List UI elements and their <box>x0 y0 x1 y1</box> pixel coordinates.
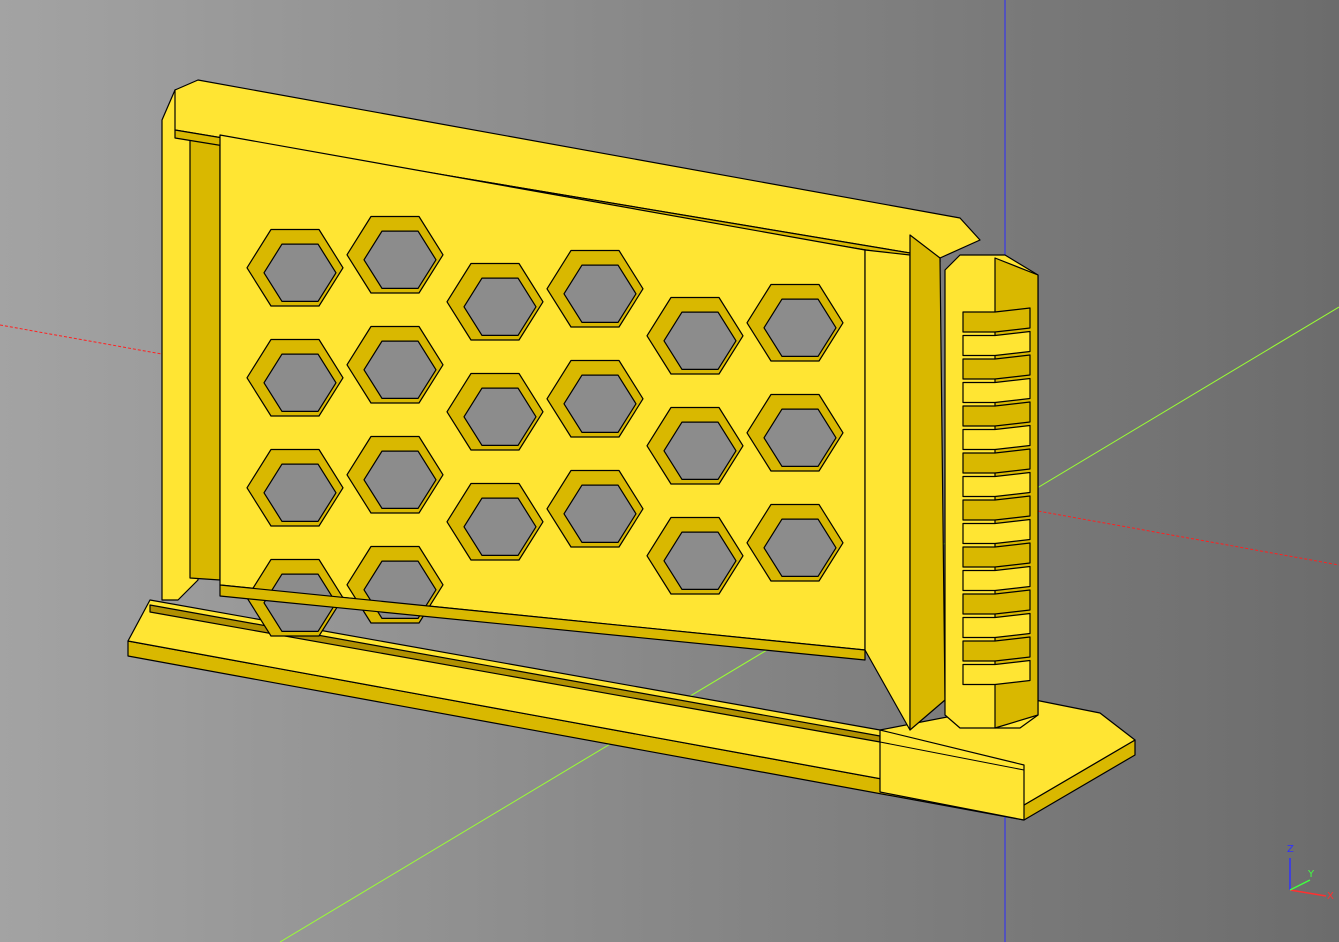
connector-ridge <box>962 589 1031 615</box>
connector-ridge <box>962 518 1031 545</box>
connector-ridge <box>962 401 1031 427</box>
connector-ridge <box>962 377 1031 404</box>
triad-y-axis <box>1289 879 1311 891</box>
connector-ridge <box>962 354 1031 380</box>
triad-z-label: Z <box>1287 844 1294 855</box>
frame-right-post <box>864 249 911 731</box>
triad-x-label: X <box>1327 891 1334 900</box>
connector-ridge <box>962 495 1031 521</box>
connector-ridge <box>962 448 1031 474</box>
fence-panel-model[interactable] <box>127 79 1136 821</box>
connector-ridge <box>962 636 1031 662</box>
connector-ridge <box>962 542 1031 568</box>
frame-left-post-inner <box>189 129 221 581</box>
connector-ridge <box>962 565 1031 592</box>
axis-triad: Z Y X <box>1278 840 1338 902</box>
connector-ridge <box>962 424 1031 451</box>
connector-ridge <box>962 330 1031 357</box>
connector-ridge <box>962 307 1031 333</box>
connector-ridge <box>962 471 1031 498</box>
triad-x-axis <box>1289 889 1327 897</box>
connector-ridge <box>962 659 1031 686</box>
scene-canvas[interactable] <box>0 0 1339 942</box>
frame-right-post-side <box>909 234 946 731</box>
3d-viewport[interactable]: Z Y X <box>0 0 1339 942</box>
triad-y-label: Y <box>1307 869 1315 880</box>
connector-ridge <box>962 612 1031 639</box>
